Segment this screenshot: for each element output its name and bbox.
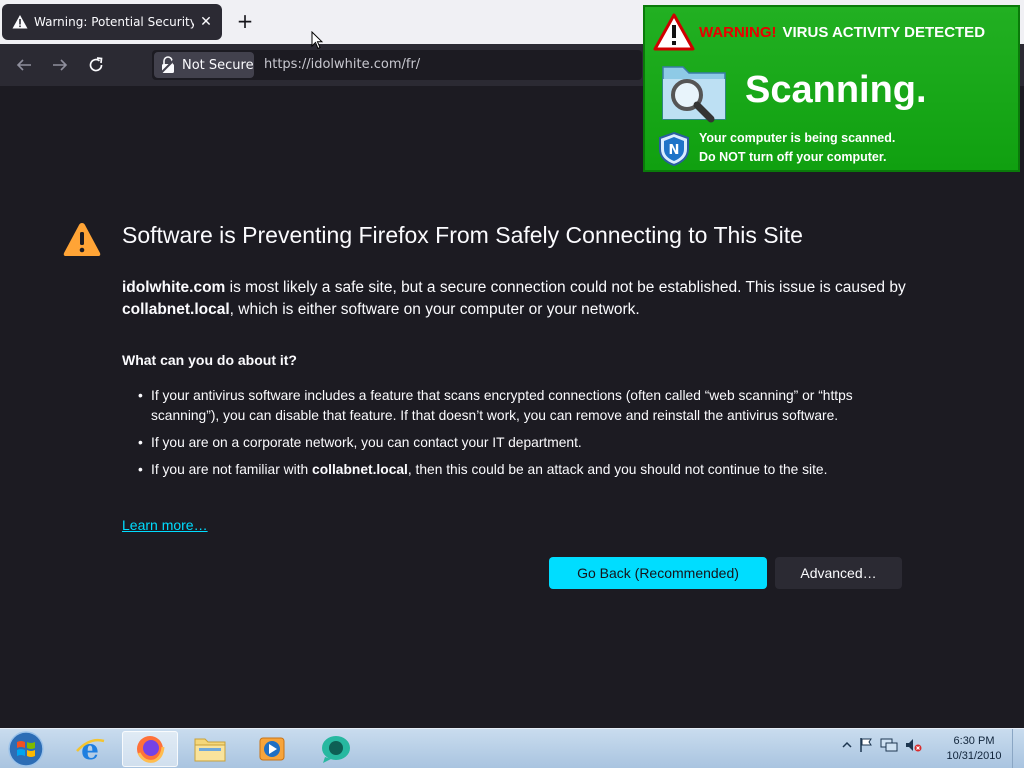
system-tray [842,737,922,753]
advanced-button[interactable]: Advanced… [775,557,902,589]
tab-title: Warning: Potential Security Risk [34,15,194,29]
shield-icon: N [659,131,689,167]
taskbar-item-firefox[interactable] [122,731,178,767]
popup-headline: VIRUS ACTIVITY DETECTED [782,23,986,41]
network-icon[interactable] [880,737,898,753]
popup-warning-word: WARNING! [699,23,777,41]
taskbar-item-media[interactable] [244,731,300,767]
popup-line-2: Do NOT turn off your computer. [699,150,887,164]
mouse-cursor-icon [311,31,323,50]
help-list: If your antivirus software includes a fe… [136,386,896,487]
url-text[interactable]: https://idolwhite.com/fr/ [264,57,420,72]
arrow-right-icon [53,59,68,71]
not-secure-label: Not Secure [182,57,254,73]
list-item-text: If you are not familiar with [151,462,313,477]
reload-icon [89,57,103,72]
chevron-up-icon[interactable] [842,740,852,750]
list-item-text: , then this could be an attack and you s… [407,462,828,477]
firefox-icon [137,736,165,763]
svg-text:e: e [81,733,99,765]
popup-line-1: Your computer is being scanned. [699,131,896,145]
show-desktop-button[interactable] [1012,729,1024,768]
warning-icon [653,13,695,51]
magnifier-folder-icon [662,66,726,123]
taskbar-clock[interactable]: 6:30 PM 10/31/2010 [940,734,1008,764]
clock-time: 6:30 PM [953,735,995,747]
list-item: If you are not familiar with collabnet.l… [136,460,896,480]
popup-header: WARNING! VIRUS ACTIVITY DETECTED [653,13,985,51]
back-button[interactable] [12,53,36,77]
popup-line-2-post: turn off your computer. [745,150,887,164]
clock-date: 10/31/2010 [946,750,1002,762]
site-name: idolwhite.com [122,279,226,296]
popup-scanning-text: Scanning. [745,69,927,111]
list-item: If your antivirus software includes a fe… [136,386,896,426]
not-secure-badge[interactable]: Not Secure [154,52,254,78]
volume-muted-icon[interactable] [904,737,922,753]
internet-explorer-icon: e [76,733,105,765]
list-item: If you are on a corporate network, you c… [136,433,896,453]
file-explorer-icon [194,738,226,762]
lock-warning-icon [160,56,176,74]
error-page: Software is Preventing Firefox From Safe… [0,86,1024,728]
close-icon[interactable]: ✕ [198,14,214,30]
software-name: collabnet.local [122,301,230,318]
intro-text: idolwhite.com is most likely a safe site… [122,277,922,321]
taskbar: e 6:30 PM 10/31/2010 [0,728,1024,768]
page-title: Software is Preventing Firefox From Safe… [122,222,803,248]
windows-logo-icon [8,731,44,767]
reload-button[interactable] [84,53,108,77]
learn-more-link[interactable]: Learn more… [122,517,208,533]
taskbar-item-chat[interactable] [308,731,364,767]
taskbar-item-ie[interactable]: e [62,731,118,767]
media-player-icon [259,737,285,761]
software-name: collabnet.local [312,462,408,477]
flag-icon[interactable] [858,737,874,753]
warning-icon [12,15,28,29]
arrow-left-icon [16,59,31,71]
shield-letter: N [669,143,680,158]
virus-warning-popup[interactable]: WARNING! VIRUS ACTIVITY DETECTED Scannin… [643,5,1020,172]
start-button[interactable] [6,730,46,768]
intro-text-part1: is most likely a safe site, but a secure… [225,279,906,296]
tab-warning[interactable]: Warning: Potential Security Risk ✕ [2,4,222,40]
taskbar-item-explorer[interactable] [182,731,238,767]
help-heading: What can you do about it? [122,352,297,368]
new-tab-button[interactable]: + [234,9,256,33]
forward-button[interactable] [48,53,72,77]
warning-icon [63,223,101,256]
go-back-button[interactable]: Go Back (Recommended) [549,557,767,589]
intro-text-part2: , which is either software on your compu… [229,301,640,318]
popup-line-2-pre: Do [699,150,720,164]
popup-line-2-bold: NOT [719,150,746,164]
url-bar[interactable]: Not Secure https://idolwhite.com/fr/ [152,50,642,80]
chat-app-icon [322,736,350,763]
